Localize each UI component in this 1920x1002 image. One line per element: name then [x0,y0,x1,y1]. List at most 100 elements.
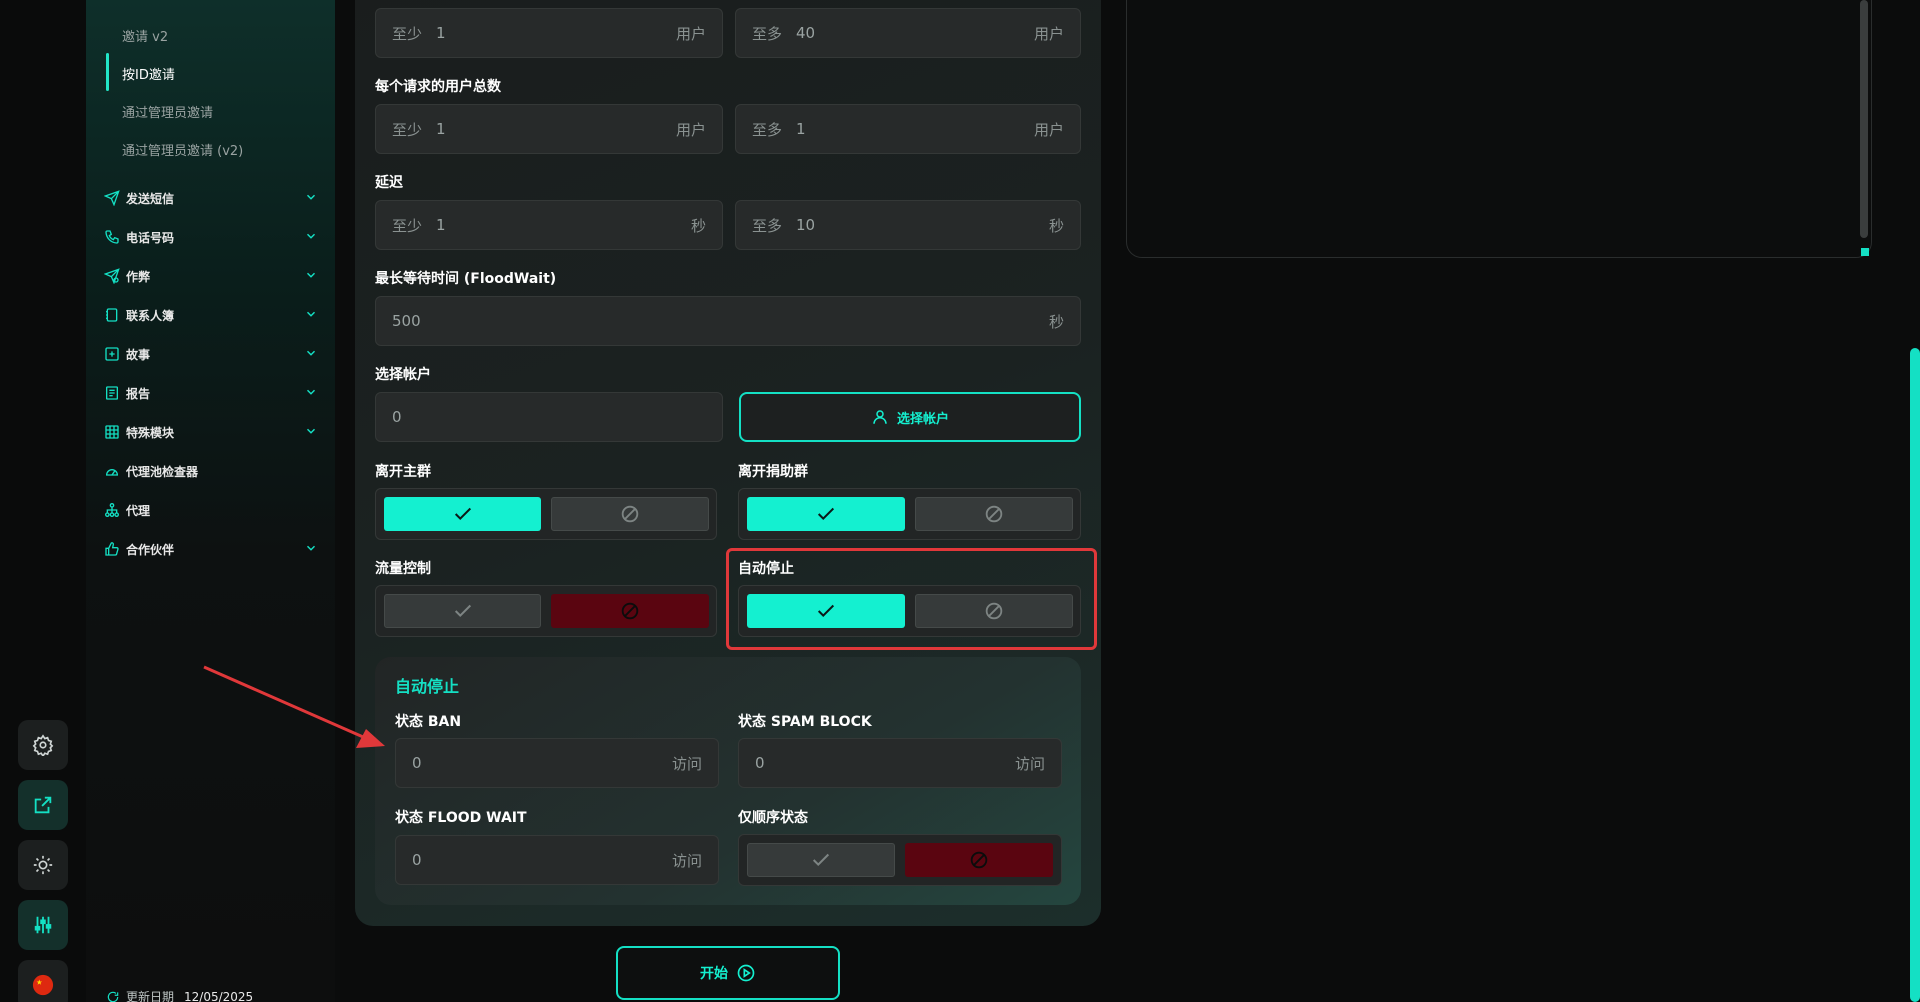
field-unit: 访问 [671,754,702,773]
floodwait-field[interactable]: 500 秒 [375,296,1081,346]
sidebar-subitem-invite-via-admin[interactable]: 通过管理员邀请 [122,102,213,121]
field-value: 0 [412,851,422,869]
sidebar-item-contacts[interactable]: 联系人簿 [104,304,318,326]
field-prefix: 至少 [392,24,423,43]
status-flood-wait-field[interactable]: 0 访问 [395,835,719,885]
sidebar-item-label: 代理 [126,503,151,518]
sliders-icon [34,916,52,934]
flow-control-toggle [375,585,717,637]
page-scrollbar[interactable] [1910,348,1920,1002]
select-account-button-label: 选择帐户 [896,411,949,427]
user-icon [873,410,887,424]
sidebar-item-label: 报告 [126,386,151,401]
sidebar-item-label: 合作伙伴 [126,542,175,557]
ban-icon [970,851,988,869]
field-unit: 秒 [690,216,706,235]
toggle-yes[interactable] [747,843,895,877]
field-unit: 秒 [1048,312,1064,331]
field-value: 1 [436,216,446,234]
sidebar-item-proxy[interactable]: 代理 [104,499,318,521]
sidebar-item-phone-numbers[interactable]: 电话号码 [104,226,318,248]
sidebar-subitem-invite-by-id[interactable]: 按ID邀请 [122,64,175,83]
resize-handle[interactable] [1861,248,1869,256]
status-spam-block-label: 状态 SPAM BLOCK [738,714,872,730]
users-per-request-max-field[interactable]: 至多 1 用户 [735,104,1081,154]
leave-main-group-toggle [375,488,717,540]
log-output-area[interactable] [1126,0,1872,258]
sun-icon [33,855,53,875]
auto-stop-panel: 自动停止 状态 BAN 0 访问 状态 SPAM BLOCK 0 访问 状态 F… [375,657,1081,905]
status-ban-label: 状态 BAN [395,714,462,730]
gear-icon [32,734,54,756]
sequential-status-toggle [738,834,1062,886]
toggle-no[interactable] [915,497,1073,531]
field-value: 1 [796,120,806,138]
check-icon [817,507,835,521]
ban-icon [621,505,639,523]
auto-stop-panel-title: 自动停止 [395,677,460,696]
china-flag-icon [32,974,54,996]
status-spam-block-field[interactable]: 0 访问 [738,738,1062,788]
update-date: 更新日期 12/05/2025 [106,988,253,1002]
select-account-label: 选择帐户 [375,367,431,383]
chevron-down-icon [306,389,316,395]
network-icon [105,503,119,517]
contact-book-icon [106,308,118,322]
chevron-down-icon [306,428,316,434]
log-scrollbar[interactable] [1860,0,1868,238]
sidebar-item-send-sms[interactable]: 发送短信 [104,187,318,209]
start-button[interactable]: 开始 [616,946,840,1000]
sidebar-item-partners[interactable]: 合作伙伴 [104,538,318,560]
toggle-yes[interactable] [747,497,905,531]
users-max-field[interactable]: 至多 40 用户 [735,8,1081,58]
chevron-down-icon [306,311,316,317]
select-account-button[interactable]: 选择帐户 [739,392,1081,442]
phone-icon [105,230,119,244]
field-unit: 访问 [1014,754,1045,773]
sidebar-item-cheat[interactable]: 作弊 [104,265,318,287]
field-prefix: 至少 [392,216,423,235]
field-value: 10 [796,216,816,234]
theme-toggle-button[interactable] [18,840,68,890]
leave-donor-group-toggle [738,488,1081,540]
flow-control-label: 流量控制 [375,561,431,577]
sliders-button[interactable] [18,900,68,950]
external-link-button[interactable] [18,780,68,830]
toggle-no[interactable] [905,843,1053,877]
leave-main-group-label: 离开主群 [375,464,431,480]
check-icon [454,507,471,521]
delay-max-field[interactable]: 至多 10 秒 [735,200,1081,250]
sidebar-item-reports[interactable]: 报告 [104,382,318,404]
status-ban-field[interactable]: 0 访问 [395,738,719,788]
sidebar-item-proxy-checker[interactable]: 代理池检查器 [104,460,318,482]
refresh-icon [107,991,119,1002]
users-min-field[interactable]: 至少 1 用户 [375,8,723,58]
settings-button[interactable] [18,720,68,770]
plus-square-icon [105,347,119,361]
toggle-yes[interactable] [384,497,541,531]
sidebar-subitem-invite-via-admin-v2[interactable]: 通过管理员邀请 (v2) [122,140,243,159]
field-prefix: 至多 [752,120,783,139]
toggle-no[interactable] [551,497,709,531]
ban-icon [985,505,1003,523]
users-per-request-min-field[interactable]: 至少 1 用户 [375,104,723,154]
toggle-no[interactable] [551,594,709,628]
annotation-arrow [203,665,385,748]
field-unit: 用户 [675,24,706,43]
active-indicator [106,53,109,91]
field-unit: 访问 [671,851,702,870]
field-prefix: 至多 [752,216,783,235]
delay-min-field[interactable]: 至少 1 秒 [375,200,723,250]
sidebar-item-label: 发送短信 [126,191,175,206]
toggle-yes[interactable] [384,594,541,628]
language-button[interactable] [18,960,68,1002]
sidebar-item-label: 作弊 [126,269,151,284]
check-icon [812,853,830,867]
external-link-icon [34,796,52,814]
play-circle-icon [737,964,755,982]
sidebar-subitem-invite-v2[interactable]: 邀请 v2 [122,26,168,45]
account-count-field[interactable]: 0 [375,392,723,442]
sidebar-item-special-modules[interactable]: 特殊模块 [104,421,318,443]
grid-icon [105,425,119,439]
sidebar-item-stories[interactable]: 故事 [104,343,318,365]
